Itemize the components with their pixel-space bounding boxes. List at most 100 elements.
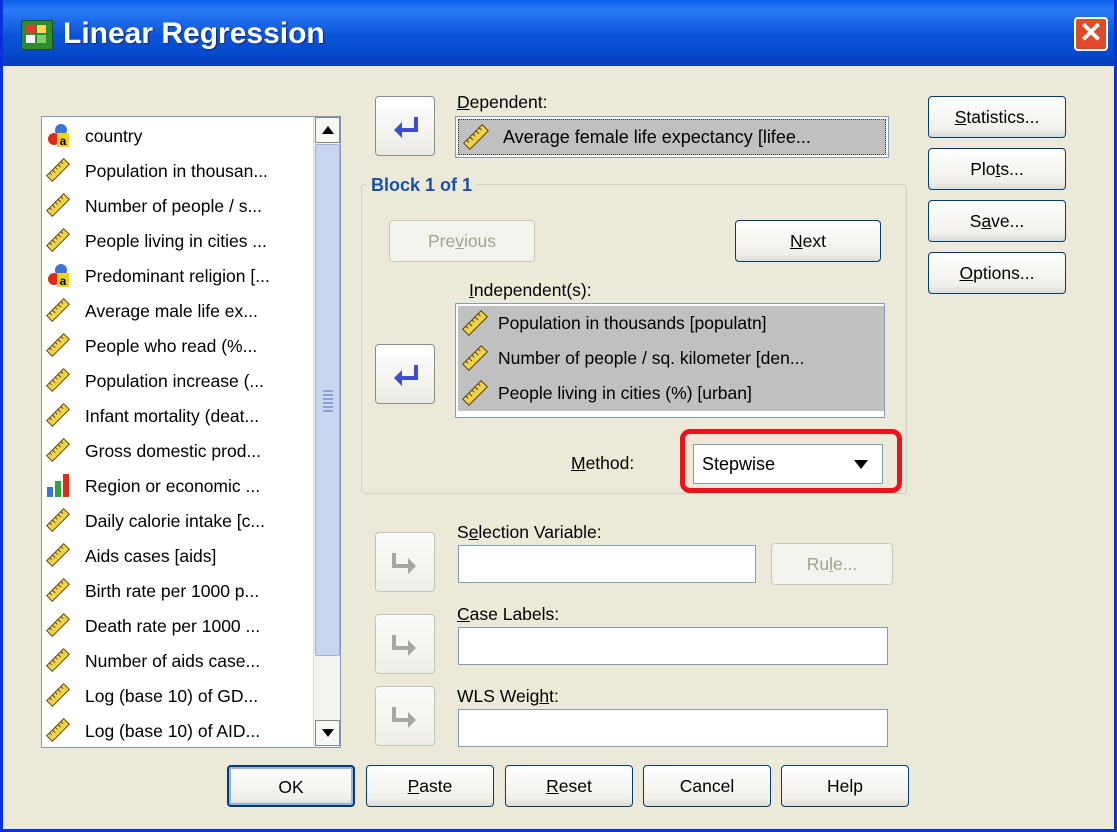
variable-list-item[interactable]: Region or economic ... [44,470,312,500]
ruler-scale-icon [46,368,70,392]
variable-list-item[interactable]: Population in thousan... [44,155,312,185]
wls-weight-label: WLS Weight: [457,686,559,706]
ruler-scale-icon [463,124,489,150]
ruler-scale-icon [46,438,70,462]
statistics-button[interactable]: Statistics... [928,96,1066,138]
variable-list-scrollbar[interactable] [313,117,340,747]
dependent-variable-label: Average female life expectancy [lifee... [503,127,811,147]
variable-list-item[interactable]: Aids cases [aids] [44,540,312,570]
paste-button[interactable]: Paste [366,765,494,807]
next-block-button[interactable]: Next [735,220,881,262]
ruler-scale-icon [46,228,70,252]
method-label: Method: [571,453,635,473]
selection-variable-field[interactable] [458,545,756,583]
ruler-scale-icon [462,380,488,406]
independent-variable-label: Population in thousands [populatn] [498,313,767,333]
variable-label: People who read (%... [85,336,258,356]
variable-label: People living in cities ... [85,231,267,251]
variable-list-item[interactable]: Birth rate per 1000 p... [44,575,312,605]
scroll-up-button[interactable] [315,117,340,143]
arrow-left-icon [392,363,420,387]
bar-chart-ordinal-icon [46,473,70,497]
variable-list-item[interactable]: Gross domestic prod... [44,435,312,465]
move-to-selection-button[interactable] [375,532,435,592]
reset-button[interactable]: Reset [505,765,633,807]
string-nominal-icon [46,263,70,287]
selection-variable-label: Selection Variable: [457,522,602,542]
variable-list-item[interactable]: Log (base 10) of AID... [44,715,312,745]
rule-button[interactable]: Rule... [771,543,893,585]
cancel-button[interactable]: Cancel [643,765,771,807]
save-button[interactable]: Save... [928,200,1066,242]
ruler-scale-icon [462,310,488,336]
variable-list-item[interactable]: Infant mortality (deat... [44,400,312,430]
title-bar[interactable]: Linear Regression ✕ [3,0,1114,66]
variable-list-item[interactable]: country [44,120,312,150]
independents-list[interactable]: Population in thousands [populatn] Numbe… [455,303,885,418]
variable-label: Population increase (... [85,371,264,391]
independent-variable-item[interactable]: People living in cities (%) [urban] [458,376,884,411]
case-labels-label: Case Labels: [457,604,560,624]
move-to-wls-button[interactable] [375,686,435,746]
variable-list-item[interactable]: Population increase (... [44,365,312,395]
variable-label: Number of people / s... [85,196,263,216]
move-to-independents-button[interactable] [375,344,435,404]
variable-list-item[interactable]: Daily calorie intake [c... [44,505,312,535]
ok-button[interactable]: OK [227,765,355,807]
dependent-field[interactable]: Average female life expectancy [lifee... [455,116,889,158]
variable-label: Number of aids case... [85,651,261,671]
variable-list[interactable]: country Population in thousan... Number of… [41,116,341,748]
plots-button[interactable]: Plots... [928,148,1066,190]
close-button[interactable]: ✕ [1074,17,1108,51]
variable-list-item[interactable]: Predominant religion [... [44,260,312,290]
previous-block-button[interactable]: Previous [389,220,535,262]
variable-label: Region or economic ... [85,476,261,496]
arrow-right-icon [392,705,420,729]
case-labels-field[interactable] [458,627,888,665]
variable-list-item[interactable]: Number of aids case... [44,645,312,675]
ruler-scale-icon [46,333,70,357]
arrow-right-icon [392,551,420,575]
method-highlight-annotation [680,429,902,493]
variable-label: Daily calorie intake [c... [85,511,265,531]
window-title: Linear Regression [63,17,325,50]
variable-label: Death rate per 1000 ... [85,616,261,636]
scroll-thumb[interactable] [315,144,340,656]
ruler-scale-icon [46,718,70,742]
dependent-label: Dependent: [457,92,548,112]
independent-variable-item[interactable]: Number of people / sq. kilometer [den... [458,341,884,376]
ruler-scale-icon [46,648,70,672]
wls-weight-field[interactable] [458,709,888,747]
dependent-variable-item[interactable]: Average female life expectancy [lifee... [458,119,886,155]
help-button[interactable]: Help [781,765,909,807]
variable-label: Gross domestic prod... [85,441,262,461]
variable-list-item[interactable]: Log (base 10) of GD... [44,680,312,710]
ruler-scale-icon [46,578,70,602]
variable-label: Log (base 10) of AID... [85,721,261,741]
options-button[interactable]: Options... [928,252,1066,294]
scroll-grip-icon [323,390,333,414]
ruler-scale-icon [46,613,70,637]
variable-list-item[interactable]: Death rate per 1000 ... [44,610,312,640]
variable-list-item[interactable]: People who read (%... [44,330,312,360]
variable-list-item[interactable]: Average male life ex... [44,295,312,325]
ruler-scale-icon [46,298,70,322]
scroll-down-button[interactable] [315,720,340,746]
variable-label: Infant mortality (deat... [85,406,260,426]
ruler-scale-icon [46,508,70,532]
variable-list-item[interactable]: Number of people / s... [44,190,312,220]
independent-variable-label: Number of people / sq. kilometer [den... [498,348,805,368]
independent-variable-item[interactable]: Population in thousands [populatn] [458,306,884,341]
variable-label: Average male life ex... [85,301,258,321]
ruler-scale-icon [462,345,488,371]
ruler-scale-icon [46,403,70,427]
variable-label: country [85,126,143,146]
spss-app-icon [21,20,53,50]
variable-label: Log (base 10) of GD... [85,686,259,706]
arrow-left-icon [392,115,420,139]
move-to-dependent-button[interactable] [375,96,435,156]
variable-list-item[interactable]: People living in cities ... [44,225,312,255]
arrow-right-icon [392,633,420,657]
move-to-case-labels-button[interactable] [375,614,435,674]
block-title: Block 1 of 1 [367,175,477,196]
